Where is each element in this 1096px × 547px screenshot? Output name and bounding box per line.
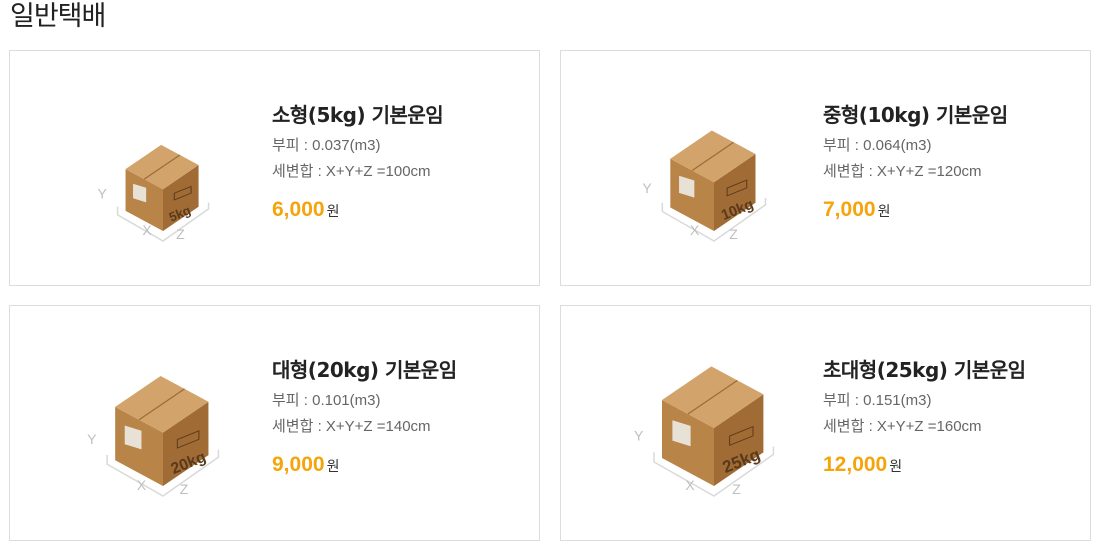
card-title: 대형(20kg) 기본운임 xyxy=(272,358,457,382)
axis-z-label: Z xyxy=(732,481,741,497)
axis-z-label: Z xyxy=(729,226,738,242)
volume-text: 부피 : 0.151(m3) xyxy=(823,392,932,409)
price-currency: 원 xyxy=(889,459,903,475)
parcel-card-medium[interactable]: Y X Z 10kg 중형(10kg) 기본운임 부피 : 0.064(m3) 세변합… xyxy=(560,50,1091,286)
axis-y-label: Y xyxy=(634,428,644,444)
price-amount: 9,000 xyxy=(272,453,325,476)
axis-y-label: Y xyxy=(642,180,652,196)
volume-text: 부피 : 0.064(m3) xyxy=(823,137,932,154)
axis-y-label: Y xyxy=(87,431,97,447)
parcel-box-illustration: Y X Z 20kg xyxy=(68,336,258,526)
parcel-box-illustration: Y X Z 5kg xyxy=(68,81,258,271)
card-title: 소형(5kg) 기본운임 xyxy=(272,103,444,127)
price-currency: 원 xyxy=(326,204,340,220)
axis-x-label: X xyxy=(685,477,695,493)
price: 7,000 원 xyxy=(823,195,1008,227)
price: 12,000 원 xyxy=(823,450,1026,482)
axis-z-label: Z xyxy=(176,226,185,242)
dimension-sum-text: 세변합 : X+Y+Z =140cm xyxy=(272,418,431,435)
axis-y-label: Y xyxy=(98,185,108,201)
axis-z-label: Z xyxy=(180,481,189,497)
dimension-sum-text: 세변합 : X+Y+Z =160cm xyxy=(823,418,982,435)
parcel-card-small[interactable]: Y X Z 5kg 소형(5kg) 기본운임 부피 : 0.037(m3) 세변합 :… xyxy=(9,50,540,286)
box-svg: YX Z20kg xyxy=(87,375,220,497)
parcel-card-xlarge[interactable]: Y X Z 25kg 초대형(25kg) 기본운임 부피 : 0.151(m3) 세변… xyxy=(560,305,1091,541)
parcel-card-large[interactable]: Y X Z 20kg 대형(20kg) 기본운임 부피 : 0.101(m3) 세변합… xyxy=(9,305,540,541)
price-amount: 7,000 xyxy=(823,198,876,221)
card-title: 초대형(25kg) 기본운임 xyxy=(823,358,1026,382)
card-title: 중형(10kg) 기본운임 xyxy=(823,103,1008,127)
page-title: 일반택배 xyxy=(10,1,106,32)
price-amount: 12,000 xyxy=(823,453,888,476)
price-currency: 원 xyxy=(326,459,340,475)
box-svg: YX Z5kg xyxy=(98,144,210,242)
box-svg: YX Z10kg xyxy=(642,130,767,242)
dimension-sum-text: 세변합 : X+Y+Z =120cm xyxy=(823,163,982,180)
parcel-box-illustration: Y X Z 25kg xyxy=(619,336,809,526)
dimension-sum-text: 세변합 : X+Y+Z =100cm xyxy=(272,163,431,180)
box-svg: YX Z25kg xyxy=(634,366,775,497)
price: 9,000 원 xyxy=(272,450,457,482)
parcel-box-illustration: Y X Z 10kg xyxy=(619,81,809,271)
price-amount: 6,000 xyxy=(272,198,325,221)
price: 6,000 원 xyxy=(272,195,443,227)
price-currency: 원 xyxy=(877,204,891,220)
axis-x-label: X xyxy=(137,477,147,493)
volume-text: 부피 : 0.101(m3) xyxy=(272,392,381,409)
volume-text: 부피 : 0.037(m3) xyxy=(272,137,381,154)
axis-x-label: X xyxy=(690,222,700,238)
